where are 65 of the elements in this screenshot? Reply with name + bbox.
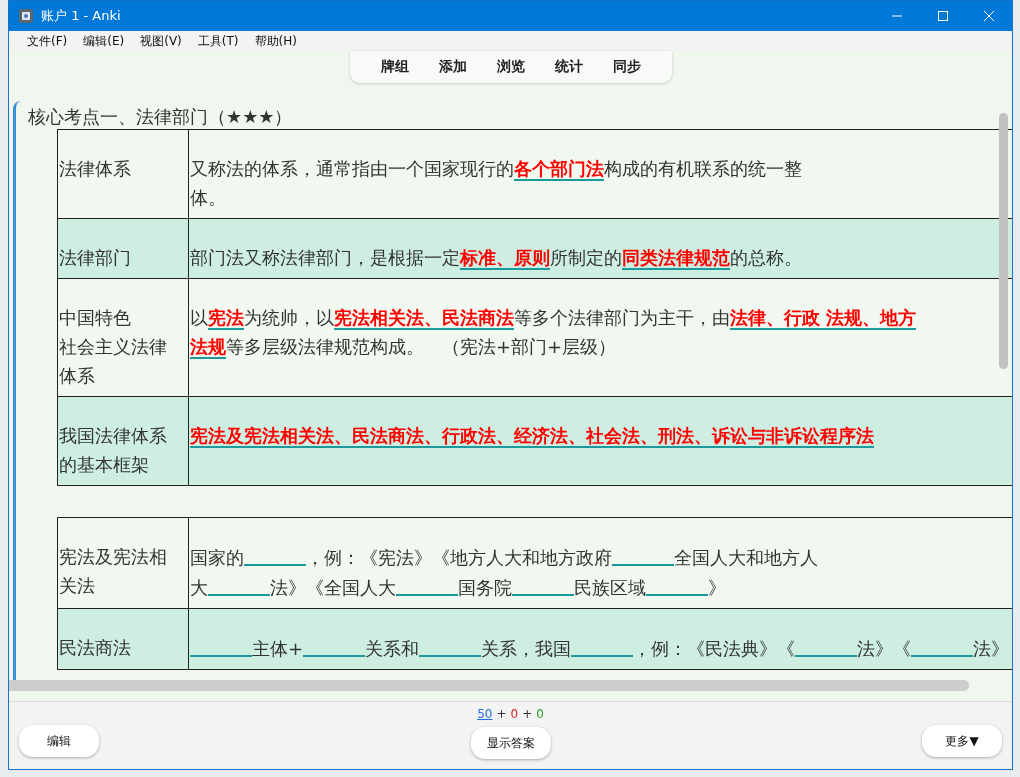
nav-link[interactable]: 浏览 xyxy=(481,58,540,76)
plus-sign: + xyxy=(496,707,507,721)
scrollbar-thumb[interactable] xyxy=(9,680,969,691)
body-text: 国务院 xyxy=(458,577,512,598)
row-label: 社会主义法律 xyxy=(59,335,167,359)
body-text: 以 xyxy=(190,307,208,328)
body-text: 主体+ xyxy=(252,638,304,659)
body-text: 法》《全国人大 xyxy=(270,577,396,598)
nav-link[interactable]: 牌组 xyxy=(365,58,424,76)
row-label: 法律体系 xyxy=(59,157,131,181)
row-label: 法律部门 xyxy=(59,246,131,270)
row-label: 宪法及宪法相 xyxy=(59,545,167,569)
row-label: 民法商法 xyxy=(59,636,131,660)
body-text: ，例：《宪法》《地方人大和地方政府 xyxy=(306,547,612,568)
key-term: 宪法及宪法相关法、民法商法、行政法、经济法、社会法、刑法、诉讼与非诉讼程序法 xyxy=(190,425,874,448)
body-text: 部门法又称法律部门，是根据一定 xyxy=(190,247,460,268)
body-text: ，例：《民法典》《 xyxy=(633,638,796,659)
nav-link[interactable]: 同步 xyxy=(597,58,656,76)
body-text: 民族区域 xyxy=(574,577,646,598)
scrollbar-thumb[interactable] xyxy=(999,113,1008,369)
menu-item[interactable]: 工具(T) xyxy=(189,32,247,50)
menu-item[interactable]: 帮助(H) xyxy=(246,32,305,50)
row-label: 我国法律体系 xyxy=(59,424,167,448)
app-icon xyxy=(19,9,33,23)
key-term: 法规 xyxy=(190,336,226,359)
nav-link[interactable]: 添加 xyxy=(423,58,482,76)
body-text: 大 xyxy=(190,577,208,598)
body-text: 关系和 xyxy=(365,638,420,659)
body-text: 又称法的体系，通常指由一个国家现行的 xyxy=(190,158,514,179)
card-count[interactable]: 50 xyxy=(477,707,493,721)
card-count: 0 xyxy=(536,707,544,721)
body-text: 关系，我国 xyxy=(481,638,572,659)
menu-item[interactable]: 编辑(E) xyxy=(75,32,133,50)
body-text: 所制定的 xyxy=(550,247,622,268)
key-term: 各个部门法 xyxy=(514,158,604,181)
menu-item[interactable]: 视图(V) xyxy=(132,32,190,50)
edit-button[interactable]: 编辑 xyxy=(19,725,99,757)
body-text: 法》《 xyxy=(857,638,912,659)
card-count: 0 xyxy=(510,707,519,721)
key-term: 宪法相关法、民法商法 xyxy=(334,307,514,330)
more-button[interactable]: 更多▼ xyxy=(922,725,1002,757)
row-label: 关法 xyxy=(59,574,95,598)
body-text: 等多层级法律规范构成。 （宪法+部门+层级） xyxy=(226,336,617,357)
row-label: 的基本框架 xyxy=(59,453,149,477)
body-text: 国家的 xyxy=(190,547,244,568)
show-answer-button[interactable]: 显示答案 xyxy=(470,727,551,759)
body-text: 法》 xyxy=(973,638,1010,659)
body-text: 为统帅，以 xyxy=(244,307,334,328)
body-text: 全国人大和地方人 xyxy=(674,547,818,568)
body-text: 等多个法律部门为主干，由 xyxy=(514,307,730,328)
nav-link[interactable]: 统计 xyxy=(539,58,598,76)
key-term: 宪法 xyxy=(208,307,244,330)
plus-sign: + xyxy=(522,707,533,721)
body-text: 的总称。 xyxy=(730,247,802,268)
row-label: 中国特色 xyxy=(59,306,131,330)
key-term: 同类法律规范 xyxy=(622,247,730,270)
row-label: 体系 xyxy=(59,364,95,388)
card-title: 核心考点一、法律部门（★★★） xyxy=(28,105,294,129)
menu-item[interactable]: 文件(F) xyxy=(19,32,76,50)
key-term: 标准、原则 xyxy=(460,247,550,270)
body-text: 》 xyxy=(708,577,726,598)
window-title: 账户 1 - Anki xyxy=(41,7,122,25)
key-term: 法律、行政 法规、地方 xyxy=(730,307,917,330)
body-text: 构成的有机联系的统一整 xyxy=(604,158,802,179)
body-text: 体。 xyxy=(190,187,226,208)
